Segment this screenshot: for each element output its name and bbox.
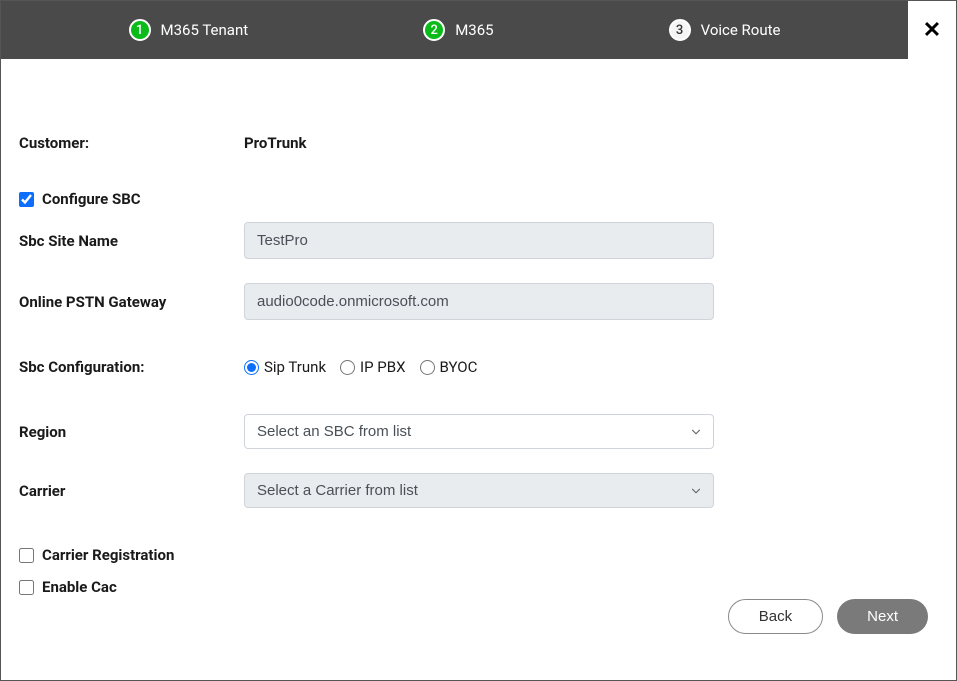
back-button[interactable]: Back (728, 599, 823, 634)
pstn-gateway-label: Online PSTN Gateway (19, 293, 244, 311)
pstn-gateway-row: Online PSTN Gateway (19, 283, 938, 320)
carrier-select[interactable]: Select a Carrier from list (244, 473, 714, 508)
step-voice-route[interactable]: 3 Voice Route (669, 19, 781, 41)
sbc-config-label: Sbc Configuration: (19, 358, 244, 376)
step-badge-3: 3 (669, 19, 691, 41)
form-content: Customer: ProTrunk Configure SBC Sbc Sit… (1, 59, 956, 628)
customer-row: Customer: ProTrunk (19, 134, 938, 152)
configure-sbc-checkbox[interactable] (19, 192, 34, 207)
pstn-gateway-input[interactable] (244, 283, 714, 320)
ip-pbx-radio[interactable] (340, 360, 355, 375)
byoc-label[interactable]: BYOC (440, 358, 478, 376)
carrier-registration-label[interactable]: Carrier Registration (42, 546, 174, 564)
sbc-site-name-label: Sbc Site Name (19, 232, 244, 250)
sbc-config-row: Sbc Configuration: Sip Trunk IP PBX BYOC (19, 358, 938, 376)
wizard-header: 1 M365 Tenant 2 M365 3 Voice Route ✕ (1, 1, 956, 59)
carrier-label: Carrier (19, 482, 244, 500)
enable-cac-checkbox[interactable] (19, 580, 34, 595)
byoc-radio[interactable] (420, 360, 435, 375)
carrier-row: Carrier Select a Carrier from list (19, 473, 938, 508)
step-badge-2: 2 (423, 19, 445, 41)
wizard-steps: 1 M365 Tenant 2 M365 3 Voice Route (1, 19, 908, 41)
carrier-registration-checkbox[interactable] (19, 548, 34, 563)
step-label: M365 Tenant (161, 21, 249, 39)
region-label: Region (19, 423, 244, 441)
configure-sbc-row: Configure SBC (19, 190, 938, 208)
customer-label: Customer: (19, 134, 244, 152)
sbc-site-name-input[interactable] (244, 222, 714, 259)
ip-pbx-label[interactable]: IP PBX (360, 358, 405, 376)
sbc-site-name-row: Sbc Site Name (19, 222, 938, 259)
customer-value: ProTrunk (244, 134, 307, 152)
step-badge-1: 1 (129, 19, 151, 41)
sip-trunk-label[interactable]: Sip Trunk (264, 358, 326, 376)
step-m365-tenant[interactable]: 1 M365 Tenant (129, 19, 249, 41)
next-button[interactable]: Next (837, 599, 928, 634)
enable-cac-row: Enable Cac (19, 578, 938, 596)
step-m365[interactable]: 2 M365 (423, 19, 493, 41)
step-label: Voice Route (701, 21, 781, 39)
close-icon: ✕ (923, 18, 941, 43)
region-select[interactable]: Select an SBC from list (244, 414, 714, 449)
footer-buttons: Back Next (728, 599, 928, 634)
configure-sbc-label[interactable]: Configure SBC (42, 190, 141, 208)
close-button[interactable]: ✕ (908, 1, 956, 59)
sbc-config-radio-group: Sip Trunk IP PBX BYOC (244, 358, 714, 376)
carrier-registration-row: Carrier Registration (19, 546, 938, 564)
step-label: M365 (455, 21, 493, 39)
enable-cac-label[interactable]: Enable Cac (42, 578, 117, 596)
sip-trunk-radio[interactable] (244, 360, 259, 375)
region-row: Region Select an SBC from list (19, 414, 938, 449)
